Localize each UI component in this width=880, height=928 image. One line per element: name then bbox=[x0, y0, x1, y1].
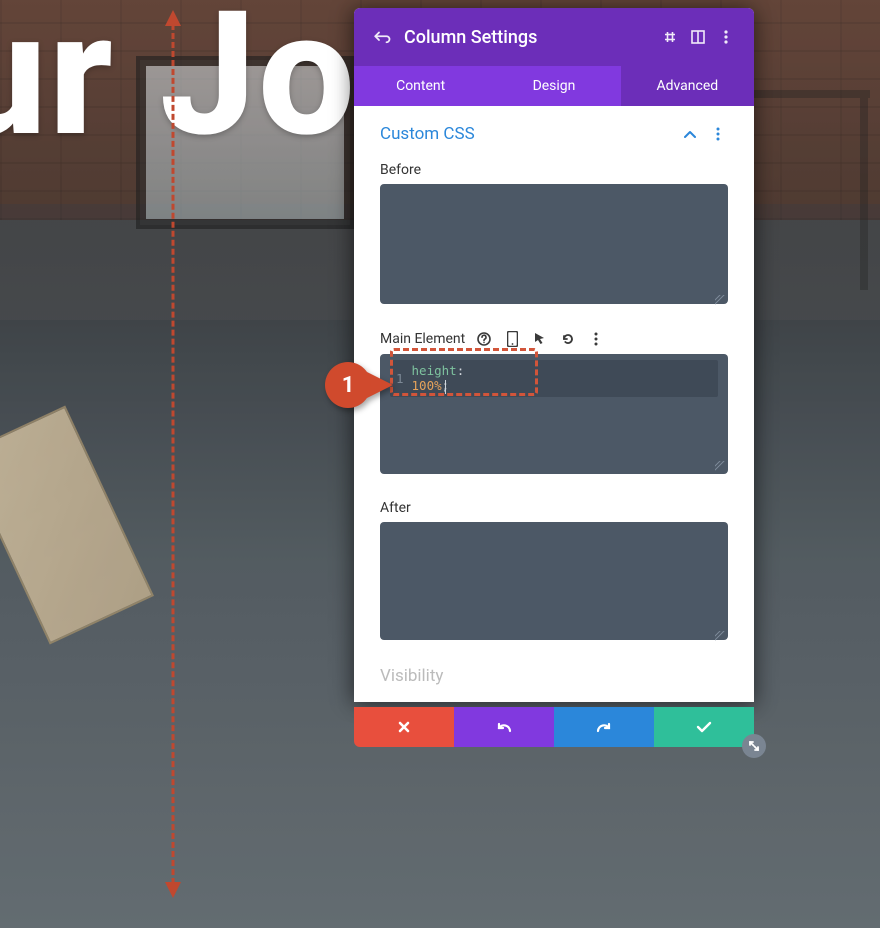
before-css-input[interactable] bbox=[380, 184, 728, 304]
panel-header[interactable]: Column Settings bbox=[354, 8, 754, 66]
label-before: Before bbox=[380, 162, 728, 178]
css-property: height bbox=[412, 363, 457, 378]
help-icon[interactable] bbox=[475, 330, 493, 348]
mobile-icon[interactable] bbox=[503, 330, 521, 348]
tab-content[interactable]: Content bbox=[354, 66, 487, 106]
after-css-input[interactable] bbox=[380, 522, 728, 640]
section-title: Custom CSS bbox=[380, 124, 672, 144]
tab-design[interactable]: Design bbox=[487, 66, 620, 106]
css-colon: : bbox=[457, 363, 465, 378]
panel-title: Column Settings bbox=[404, 27, 656, 48]
back-arrow-icon[interactable] bbox=[368, 23, 396, 51]
panel-tabs: Content Design Advanced bbox=[354, 66, 754, 106]
main-more-icon[interactable] bbox=[587, 330, 605, 348]
chevron-up-icon[interactable] bbox=[680, 124, 700, 144]
hero-heading: ur Jo bbox=[0, 0, 357, 160]
panel-footer bbox=[354, 707, 754, 747]
code-line: 1 height: 100%; bbox=[390, 360, 718, 397]
cancel-button[interactable] bbox=[354, 707, 454, 747]
css-value: 100% bbox=[412, 378, 442, 393]
main-element-toolbar bbox=[475, 330, 605, 348]
label-before-text: Before bbox=[380, 162, 421, 178]
section-header-visibility[interactable]: Visibility bbox=[380, 666, 728, 686]
label-main-element: Main Element bbox=[380, 330, 728, 348]
pointer-icon[interactable] bbox=[531, 330, 549, 348]
expand-icon[interactable] bbox=[684, 23, 712, 51]
main-element-css-input[interactable]: 1 height: 100%; bbox=[380, 354, 728, 474]
reset-icon[interactable] bbox=[559, 330, 577, 348]
text-caret bbox=[445, 380, 446, 394]
settings-panel: Column Settings Content Design Advanced … bbox=[354, 8, 754, 702]
tab-advanced[interactable]: Advanced bbox=[621, 66, 754, 106]
label-after-text: After bbox=[380, 500, 411, 516]
panel-resize-handle[interactable] bbox=[742, 734, 766, 758]
draggable-icon[interactable] bbox=[656, 23, 684, 51]
redo-button[interactable] bbox=[554, 707, 654, 747]
step-marker-1: 1 bbox=[325, 362, 399, 408]
label-after: After bbox=[380, 500, 728, 516]
panel-body: Custom CSS Before Main Element bbox=[354, 106, 754, 702]
section-header-custom-css[interactable]: Custom CSS bbox=[380, 124, 728, 144]
label-main-element-text: Main Element bbox=[380, 331, 465, 347]
step-number: 1 bbox=[342, 373, 355, 398]
more-icon[interactable] bbox=[712, 23, 740, 51]
section-more-icon[interactable] bbox=[708, 124, 728, 144]
save-button[interactable] bbox=[654, 707, 754, 747]
undo-button[interactable] bbox=[454, 707, 554, 747]
